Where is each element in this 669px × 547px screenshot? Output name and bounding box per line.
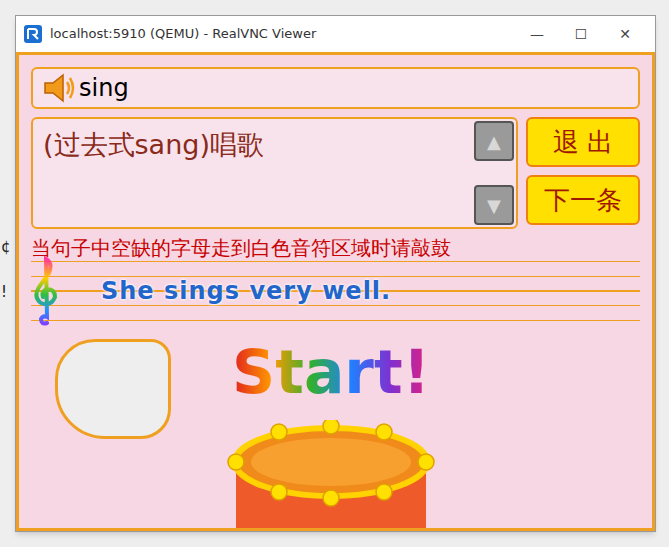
sentence-text: She sings very well. [101,273,391,309]
word-bar: sing [31,67,640,109]
realvnc-logo-icon [24,25,42,43]
window-control[interactable]: ✕ [603,24,647,45]
menu-button[interactable]: 下一条 [526,175,640,225]
title-bar[interactable]: localhost:5910 (QEMU) - RealVNC Viewer—☐… [16,16,655,52]
drum-icon[interactable] [224,420,438,528]
definition-text: (过去式sang)唱歌 [33,119,474,227]
treble-clef-icon [31,255,61,327]
window-control[interactable]: ☐ [559,24,603,45]
note-target-area [55,339,171,439]
desktop-edge-text: ¢ [1,236,11,259]
game-screen: sing (过去式sang)唱歌▲ ▼ 退 出下一条当句子中空缺的字母走到白色音符区域… [16,52,655,531]
vnc-window: localhost:5910 (QEMU) - RealVNC Viewer—☐… [15,15,656,532]
desktop-edge-text: ! [1,281,7,304]
speaker-icon[interactable] [43,73,77,103]
menu-button[interactable]: 退 出 [526,117,640,167]
window-control[interactable]: — [515,24,559,45]
staff: She sings very well. [31,261,640,321]
scroll-button[interactable]: ▲ [474,121,514,161]
definition-panel: (过去式sang)唱歌▲ ▼ [31,117,518,229]
desktop-edge: ¢! [0,0,15,547]
word-text: sing [79,70,129,106]
scroll-button[interactable]: ▼ [474,185,514,225]
window-title: localhost:5910 (QEMU) - RealVNC Viewer [50,24,515,44]
desktop: ¢!localhost:5910 (QEMU) - RealVNC Viewer… [0,0,669,547]
instruction-text: 当句子中空缺的字母走到白色音符区域时请敲鼓 [31,235,640,261]
start-banner: Start! [232,337,430,407]
